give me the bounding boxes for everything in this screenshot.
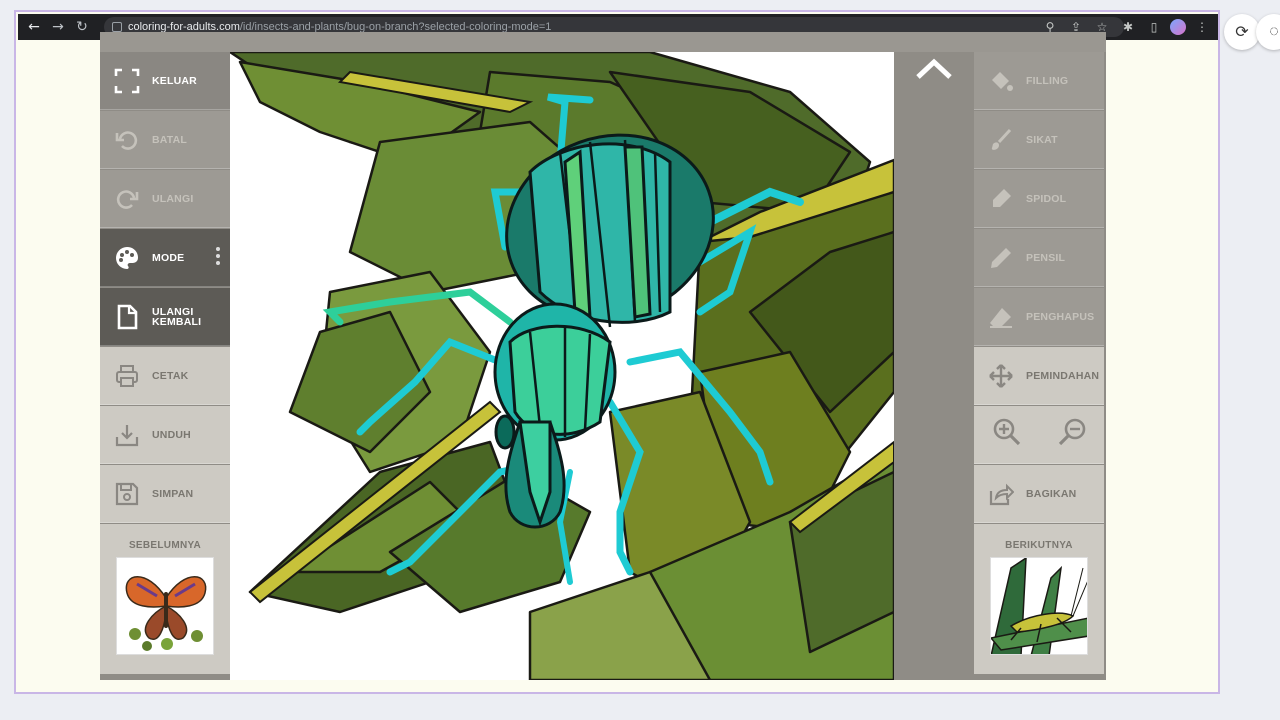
browser-menu-icon[interactable]: ⋮ [1192, 17, 1212, 37]
coloring-app: KELUAR BATAL ULANGI MODE ULANGI KEMBALI … [100, 32, 1106, 680]
fullscreen-exit-icon [114, 68, 140, 94]
comment-icon[interactable]: ◌ [1256, 14, 1280, 50]
reload-icon[interactable]: ↻ [70, 15, 94, 39]
undo-button[interactable]: BATAL [100, 111, 230, 169]
print-button[interactable]: CETAK [100, 347, 230, 405]
page-icon [114, 304, 140, 330]
refresh-chat-icon[interactable]: ⟳ [1224, 14, 1260, 50]
eraser-icon [988, 304, 1014, 330]
zoom-controls [974, 406, 1104, 464]
restart-button[interactable]: ULANGI KEMBALI [100, 288, 230, 346]
redo-icon [114, 186, 140, 212]
app-top-strip [100, 32, 1106, 52]
previous-picture[interactable]: SEBELUMNYA [100, 524, 230, 674]
palette-icon [114, 245, 140, 271]
profile-avatar[interactable] [1170, 19, 1186, 35]
zoom-in-icon[interactable] [992, 417, 1022, 452]
restart-label: ULANGI KEMBALI [152, 305, 202, 328]
move-button[interactable]: PEMINDAHAN [974, 347, 1104, 405]
canvas-scroll-strip [894, 52, 974, 680]
pencil-icon [988, 245, 1014, 271]
brush-button[interactable]: SIKAT [974, 111, 1104, 169]
grasshopper-thumbnail[interactable] [990, 557, 1088, 655]
save-button[interactable]: SIMPAN [100, 465, 230, 523]
marker-icon [988, 186, 1014, 212]
paint-bucket-icon [988, 68, 1014, 94]
brush-icon [988, 127, 1014, 153]
zoom-out-icon[interactable] [1057, 417, 1087, 452]
extensions-puzzle-icon[interactable]: ✱ [1118, 17, 1138, 37]
right-toolbar: FILLING SIKAT SPIDOL PENSIL PENGHAPUS PE… [974, 52, 1104, 680]
printer-icon [114, 363, 140, 389]
chevron-up-icon[interactable] [914, 56, 954, 82]
download-icon [114, 422, 140, 448]
share-icon [988, 481, 1014, 507]
move-icon [988, 363, 1014, 389]
exit-button[interactable]: KELUAR [100, 52, 230, 110]
butterfly-thumbnail[interactable] [116, 557, 214, 655]
more-options-icon[interactable] [216, 247, 220, 265]
left-toolbar: KELUAR BATAL ULANGI MODE ULANGI KEMBALI … [100, 52, 230, 680]
redo-button[interactable]: ULANGI [100, 170, 230, 228]
lock-icon [112, 22, 122, 32]
download-button[interactable]: UNDUH [100, 406, 230, 464]
side-panel-icon[interactable]: ▯ [1144, 17, 1164, 37]
marker-button[interactable]: SPIDOL [974, 170, 1104, 228]
next-picture[interactable]: BERIKUTNYA [974, 524, 1104, 674]
share-button[interactable]: BAGIKAN [974, 465, 1104, 523]
mode-button[interactable]: MODE [100, 229, 230, 287]
eraser-button[interactable]: PENGHAPUS [974, 288, 1104, 346]
forward-arrow-icon[interactable]: → [46, 15, 70, 39]
fill-button[interactable]: FILLING [974, 52, 1104, 110]
floppy-icon [114, 481, 140, 507]
pencil-button[interactable]: PENSIL [974, 229, 1104, 287]
back-arrow-icon[interactable]: ← [22, 15, 46, 39]
coloring-canvas[interactable] [230, 52, 894, 680]
undo-icon [114, 127, 140, 153]
